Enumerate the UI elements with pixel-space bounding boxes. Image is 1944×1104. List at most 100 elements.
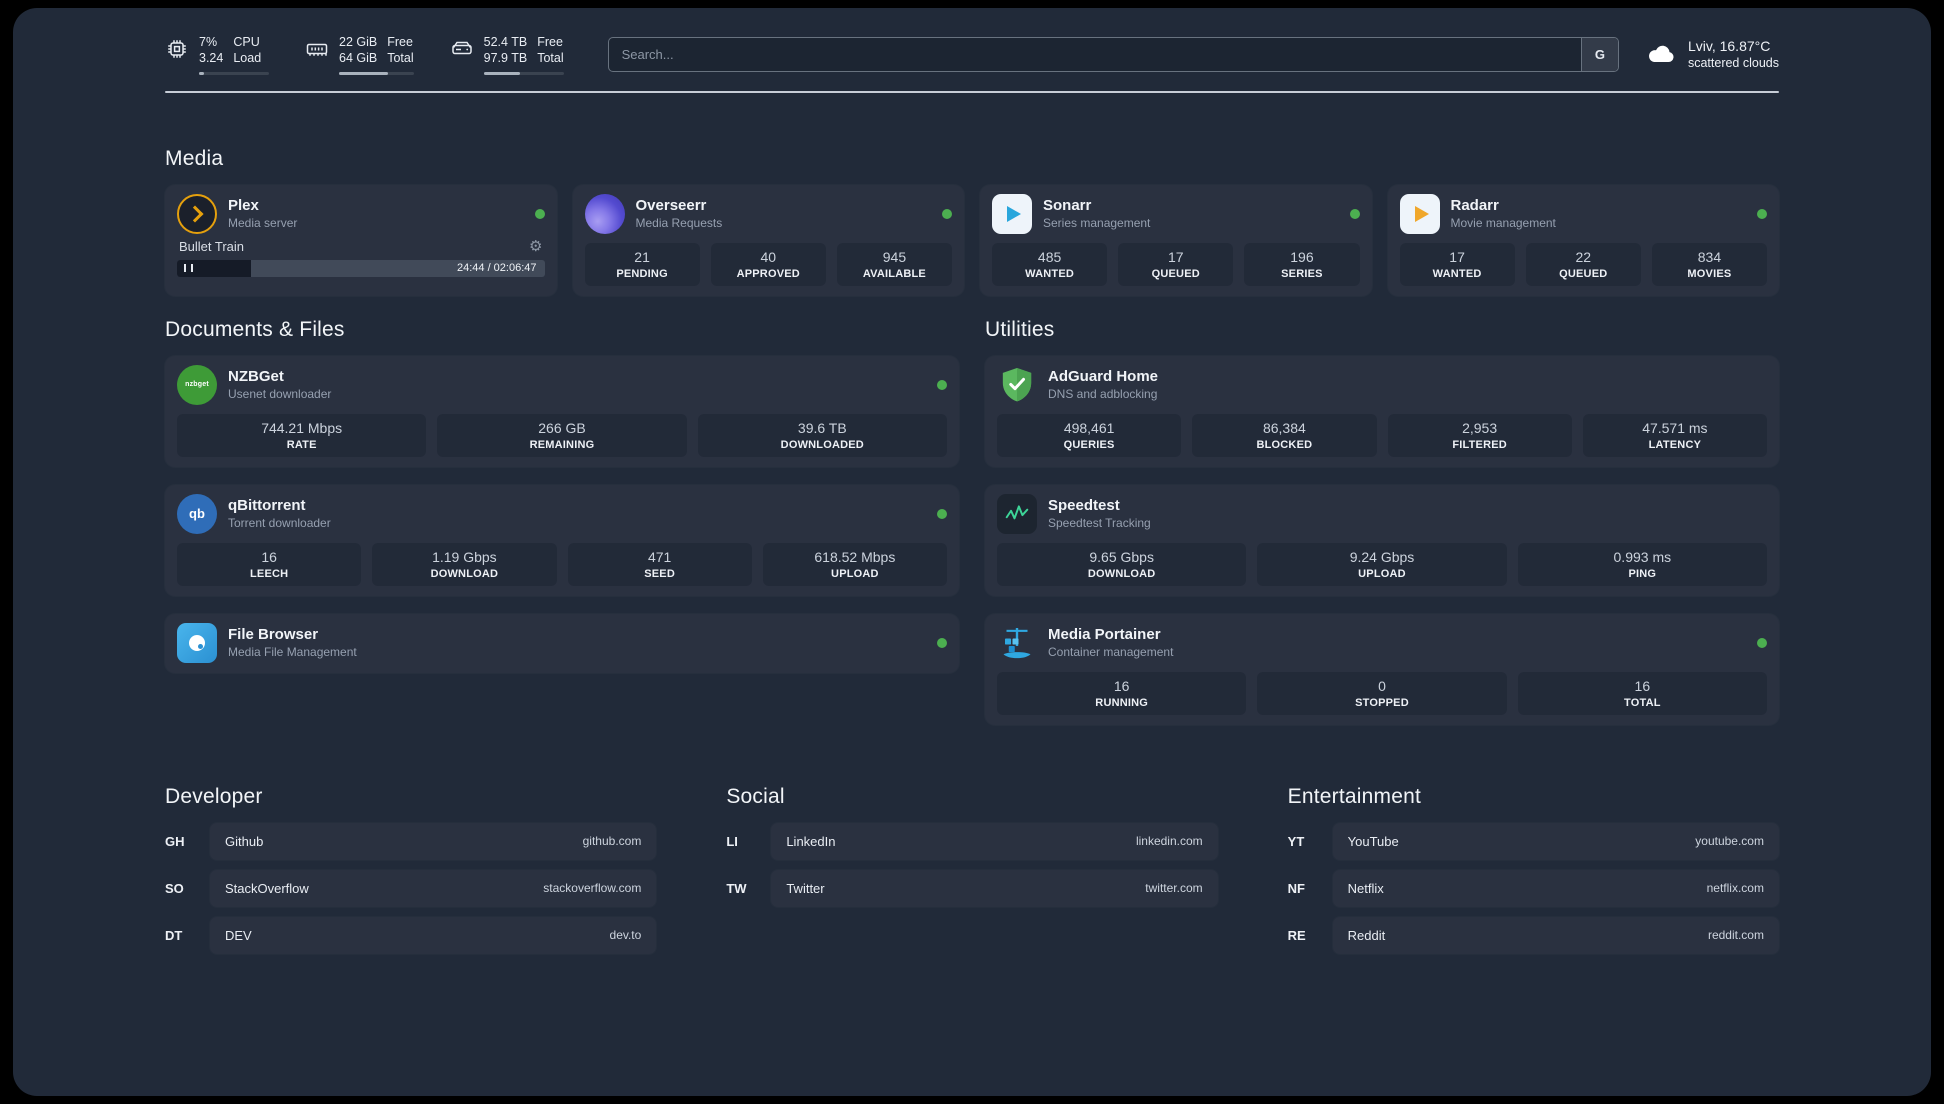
- adguard-card[interactable]: AdGuard Home DNS and adblocking 498,461 …: [985, 355, 1779, 467]
- overseerr-icon: [584, 193, 625, 234]
- app-subtitle: Media Requests: [635, 216, 723, 230]
- app-title: Speedtest: [1048, 497, 1120, 514]
- cpu-values: 7% 3.24: [199, 34, 223, 67]
- nzbget-icon: nzbget: [177, 364, 217, 405]
- memory-widget: 22 GiB 64 GiB Free Total: [305, 34, 414, 75]
- memory-icon: [305, 37, 329, 61]
- stat-tile: 471 SEED: [567, 542, 752, 586]
- plex-icon: [177, 193, 217, 234]
- stat-tile: 618.52 Mbps UPLOAD: [762, 542, 947, 586]
- cpu-labels: CPU Load: [233, 35, 262, 66]
- bookmark-pill-github[interactable]: Github github.com: [210, 822, 657, 860]
- app-subtitle: Media File Management: [228, 645, 357, 659]
- stat-tile: 0 STOPPED: [1257, 671, 1507, 715]
- bookmark-row: LI LinkedIn linkedin.com: [726, 822, 1218, 860]
- memory-usage-bar: [339, 71, 414, 75]
- status-dot: [937, 508, 947, 519]
- bookmark-name: LinkedIn: [786, 833, 836, 849]
- app-title: AdGuard Home: [1048, 368, 1159, 385]
- qbittorrent-icon: qb: [177, 493, 217, 534]
- bookmark-abbr: YT: [1287, 833, 1305, 849]
- bookmark-pill-youtube[interactable]: YouTube youtube.com: [1332, 822, 1779, 860]
- bookmark-row: TW Twitter twitter.com: [726, 869, 1218, 907]
- bookmark-abbr: SO: [165, 880, 184, 896]
- bookmark-pill-twitter[interactable]: Twitter twitter.com: [771, 869, 1218, 907]
- developer-section: Developer GH Github github.com SO StackO…: [165, 785, 657, 964]
- portainer-icon: [997, 623, 1037, 663]
- stat-tile: 17 WANTED: [1399, 242, 1515, 286]
- status-dot: [1349, 208, 1360, 219]
- speedtest-card[interactable]: Speedtest Speedtest Tracking 9.65 Gbps D…: [985, 484, 1779, 596]
- app-subtitle: Movie management: [1450, 216, 1556, 230]
- bookmark-row: DT DEV dev.to: [165, 916, 657, 954]
- cpu-widget: 7% 3.24 CPU Load: [165, 34, 269, 75]
- bookmark-pill-stackoverflow[interactable]: StackOverflow stackoverflow.com: [210, 869, 657, 907]
- qbittorrent-card[interactable]: qb qBittorrent Torrent downloader 16 LEE…: [165, 484, 959, 596]
- radarr-card[interactable]: Radarr Movie management 17 WANTED 22 QUE…: [1387, 184, 1779, 296]
- search-engine-button[interactable]: G: [1580, 37, 1618, 71]
- search-bar: G: [607, 36, 1619, 72]
- stat-tile: 21 PENDING: [584, 242, 700, 286]
- bookmark-pill-linkedin[interactable]: LinkedIn linkedin.com: [771, 822, 1218, 860]
- section-title-media: Media: [165, 146, 224, 170]
- section-title-utilities: Utilities: [985, 317, 1055, 341]
- now-playing-title: Bullet Train: [179, 238, 245, 254]
- overseerr-card[interactable]: Overseerr Media Requests 21 PENDING 40 A…: [572, 184, 964, 296]
- app-title: File Browser: [228, 626, 319, 643]
- dashboard: 7% 3.24 CPU Load 22 GiB 64 GiB Free Tota…: [13, 8, 1931, 1096]
- screen: 7% 3.24 CPU Load 22 GiB 64 GiB Free Tota…: [0, 0, 1944, 1104]
- sonarr-icon: [992, 193, 1032, 234]
- bookmark-pill-netflix[interactable]: Netflix netflix.com: [1332, 869, 1779, 907]
- bookmark-row: GH Github github.com: [165, 822, 657, 860]
- storage-usage-bar: [483, 71, 564, 75]
- app-subtitle: Series management: [1043, 216, 1151, 230]
- app-title: Media Portainer: [1048, 626, 1161, 643]
- stat-tile: 9.65 Gbps DOWNLOAD: [997, 542, 1247, 586]
- top-bar: 7% 3.24 CPU Load 22 GiB 64 GiB Free Tota…: [165, 34, 1779, 75]
- stat-tile: 16 RUNNING: [997, 671, 1247, 715]
- bookmark-row: YT YouTube youtube.com: [1287, 822, 1779, 860]
- weather-widget[interactable]: Lviv, 16.87°C scattered clouds: [1645, 38, 1779, 70]
- memory-labels: Free Total: [387, 35, 414, 66]
- bookmark-abbr: DT: [165, 927, 183, 943]
- status-dot: [1757, 208, 1767, 219]
- stat-tile: 266 GB REMAINING: [437, 413, 687, 457]
- bookmark-name: Reddit: [1347, 927, 1386, 943]
- cpu-percent: 7%: [199, 35, 218, 49]
- bookmark-name: Twitter: [786, 880, 825, 896]
- filebrowser-icon: [177, 622, 217, 663]
- filebrowser-card[interactable]: File Browser Media File Management: [165, 613, 959, 673]
- stat-tile: 196 SERIES: [1244, 242, 1360, 286]
- bookmark-name: Github: [225, 833, 264, 849]
- section-title-documents: Documents & Files: [165, 317, 345, 341]
- utilities-section: Utilities AdGuard Home DNS and adblockin…: [985, 318, 1779, 743]
- app-subtitle: DNS and adblocking: [1048, 387, 1158, 401]
- stat-tile: 16 LEECH: [177, 542, 362, 586]
- entertainment-section: Entertainment YT YouTube youtube.com NF …: [1288, 785, 1779, 964]
- stat-tile: 9.24 Gbps UPLOAD: [1257, 542, 1507, 586]
- gear-icon[interactable]: ⚙: [529, 239, 542, 254]
- bookmark-row: NF Netflix netflix.com: [1288, 869, 1779, 907]
- bookmark-url: linkedin.com: [1135, 834, 1203, 848]
- search-input[interactable]: [607, 36, 1619, 72]
- sonarr-card[interactable]: Sonarr Series management 485 WANTED 17 Q…: [980, 184, 1372, 296]
- hard-drive-icon: [450, 37, 474, 61]
- bookmark-url: github.com: [582, 834, 642, 848]
- bookmark-url: reddit.com: [1707, 928, 1764, 942]
- stat-tile: 39.6 TB DOWNLOADED: [697, 413, 947, 457]
- stat-tile: 485 WANTED: [992, 242, 1108, 286]
- bookmark-row: RE Reddit reddit.com: [1288, 916, 1779, 954]
- pause-icon[interactable]: [184, 264, 193, 272]
- nzbget-card[interactable]: nzbget NZBGet Usenet downloader 744.21 M…: [165, 355, 959, 467]
- documents-section: Documents & Files nzbget NZBGet Usenet d…: [165, 318, 959, 743]
- plex-card[interactable]: Plex Media server Bullet Train ⚙ 24:44 /…: [165, 184, 557, 296]
- bookmark-pill-dev[interactable]: DEV dev.to: [210, 916, 657, 954]
- bookmark-row: SO StackOverflow stackoverflow.com: [165, 869, 657, 907]
- stat-tile: 744.21 Mbps RATE: [177, 413, 427, 457]
- portainer-card[interactable]: Media Portainer Container management 16 …: [985, 613, 1779, 725]
- bookmark-abbr: GH: [165, 833, 185, 849]
- plex-seekbar[interactable]: 24:44 / 02:06:47: [177, 259, 545, 277]
- speedtest-icon: [997, 493, 1037, 534]
- bookmark-pill-reddit[interactable]: Reddit reddit.com: [1332, 916, 1779, 954]
- app-subtitle: Media server: [228, 216, 298, 230]
